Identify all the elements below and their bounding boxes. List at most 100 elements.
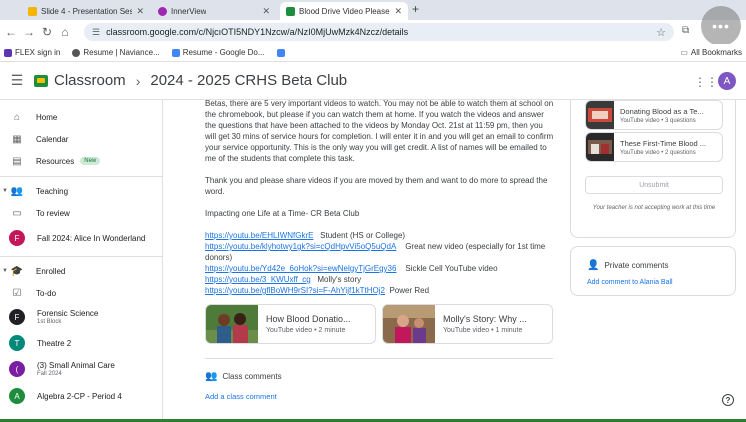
- forward-icon[interactable]: →: [20, 25, 38, 39]
- class-name[interactable]: 2024 - 2025 CRHS Beta Club: [150, 72, 347, 89]
- main-menu-icon[interactable]: ☰: [0, 72, 34, 89]
- video-thumbnail: [383, 305, 435, 343]
- divider: [0, 176, 162, 177]
- sidebar-item-calendar[interactable]: ▦ Calendar: [0, 130, 162, 148]
- private-comments-header: 👤 Private comments: [587, 260, 669, 271]
- classroom-header: ☰ Classroom › 2024 - 2025 CRHS Beta Club…: [0, 62, 746, 100]
- work-item-title: Donating Blood as a Te...: [620, 106, 704, 116]
- sidebar-section-teaching[interactable]: ▼ 👥 Teaching: [0, 183, 162, 199]
- sidebar-item-to-review[interactable]: ▭ To review: [0, 205, 162, 221]
- calendar-icon: ▦: [12, 133, 22, 145]
- sidebar-class-alice[interactable]: F Fall 2024: Alice In Wonderland: [0, 228, 162, 248]
- home-icon[interactable]: ⌂: [56, 25, 74, 39]
- class-avatar: A: [9, 388, 25, 404]
- new-tab-icon[interactable]: +: [412, 2, 419, 16]
- extensions-icon[interactable]: ⧉: [682, 25, 689, 36]
- video-thumbnail-image: [586, 133, 614, 161]
- sidebar-class-forensic[interactable]: F Forensic Science 1st Block: [0, 306, 162, 328]
- menu-dots-overlay-icon[interactable]: •••: [701, 6, 741, 46]
- browser-tab-blood-drive[interactable]: Blood Drive Video Please Watc ✕: [280, 2, 408, 20]
- bookmark-naviance[interactable]: Resume | Naviance...: [72, 48, 160, 57]
- video-thumbnail-image: [206, 305, 258, 343]
- attachment-subtitle: YouTube video • 2 minute: [266, 327, 346, 334]
- post-paragraph: Impacting one Life at a Time- CR Beta Cl…: [205, 209, 360, 218]
- attachment-video-blood-donation[interactable]: How Blood Donatio... YouTube video • 2 m…: [205, 304, 376, 344]
- not-accepting-notice: Your teacher is not accepting work at th…: [592, 205, 716, 211]
- video-link-line: https://youtu.be/Yd42e_6oHok?si=ewNelgyT…: [205, 264, 498, 273]
- add-private-comment-link[interactable]: Add comment to Alania Ball: [587, 279, 673, 286]
- work-item-donating-blood[interactable]: Donating Blood as a Te... YouTube video …: [585, 100, 723, 130]
- sidebar-item-home[interactable]: ⌂ Home: [0, 108, 162, 126]
- video-link[interactable]: https://youtu.be/3_KWUxff_cg: [205, 275, 311, 284]
- class-comments-header: 👥 Class comments: [205, 371, 282, 382]
- attachment-video-molly[interactable]: Molly's Story: Why ... YouTube video • 1…: [382, 304, 553, 344]
- class-avatar: F: [9, 309, 25, 325]
- url-bar[interactable]: ☰ classroom.google.com/c/NjcıOTI5NDY1Nzc…: [84, 23, 674, 41]
- post-paragraph: Betas, there are 5 very important videos…: [205, 100, 554, 163]
- app-name[interactable]: Classroom: [54, 72, 126, 89]
- divider: [0, 256, 162, 257]
- bookmark-google-doc[interactable]: Resume - Google Do...: [171, 48, 265, 57]
- bookmark-docs[interactable]: [276, 48, 288, 57]
- tab-title: Slide 4 - Presentation Session: [41, 6, 133, 16]
- close-icon[interactable]: ✕: [136, 6, 144, 17]
- attachment-title: How Blood Donatio...: [266, 314, 351, 324]
- people-icon: 👥: [205, 371, 218, 382]
- your-work-panel: Donating Blood as a Te... YouTube video …: [570, 100, 736, 238]
- sidebar-item-todo[interactable]: ☑ To-do: [0, 285, 162, 301]
- video-link[interactable]: https://youtu.be/klyhotwy1gk?si=cQdHpvVi…: [205, 242, 396, 251]
- sidebar: ⌂ Home ▦ Calendar ▤ Resources New ▼ 👥 Te…: [0, 100, 163, 422]
- class-avatar: T: [9, 335, 25, 351]
- attachment-subtitle: YouTube video • 1 minute: [443, 327, 523, 334]
- browser-tab-bar: Slide 4 - Presentation Session ✕ InnerVi…: [0, 0, 746, 20]
- work-item-first-time-blood[interactable]: These First-Time Blood ... YouTube video…: [585, 132, 723, 162]
- docs-icon: [276, 48, 285, 57]
- bookmark-star-icon[interactable]: ☆: [656, 26, 666, 39]
- browser-tab-innerview[interactable]: InnerView ✕: [152, 2, 276, 20]
- close-icon[interactable]: ✕: [262, 6, 270, 17]
- add-class-comment-link[interactable]: Add a class comment: [205, 392, 277, 401]
- attachment-title: Molly's Story: Why ...: [443, 314, 527, 324]
- bookmarks-bar: FLEX sign in Resume | Naviance... Resume…: [0, 44, 746, 62]
- url-text: classroom.google.com/c/NjcıOTI5NDY1Nzcw/…: [106, 27, 409, 37]
- browser-tab-slides[interactable]: Slide 4 - Presentation Session ✕: [22, 2, 150, 20]
- bookmark-flex[interactable]: FLEX sign in: [4, 48, 60, 57]
- close-icon[interactable]: ✕: [394, 6, 402, 17]
- innerview-icon: [158, 6, 167, 16]
- sidebar-section-enrolled[interactable]: ▼ 🎓 Enrolled: [0, 263, 162, 279]
- sidebar-class-theatre[interactable]: T Theatre 2: [0, 334, 162, 352]
- help-icon[interactable]: ?: [722, 394, 734, 406]
- post-paragraph: Thank you and please share videos if you…: [205, 176, 548, 196]
- back-icon[interactable]: ←: [2, 25, 20, 39]
- video-link[interactable]: https://youtu.be/gflBoWH9rSI?si=F-AhYijf…: [205, 286, 385, 295]
- sidebar-item-resources[interactable]: ▤ Resources New: [0, 152, 162, 170]
- chevron-right-icon: ›: [135, 72, 141, 89]
- docs-icon: [171, 48, 180, 57]
- person-icon: 👤: [587, 260, 600, 271]
- video-thumbnail: [586, 101, 614, 129]
- resources-icon: ▤: [12, 155, 22, 167]
- todo-icon: ☑: [12, 287, 22, 299]
- flex-icon: [4, 48, 12, 57]
- teaching-icon: 👥: [10, 185, 24, 197]
- sidebar-class-animal-care[interactable]: ( (3) Small Animal Care Fall 2024: [0, 358, 162, 380]
- work-item-subtitle: YouTube video • 3 questions: [620, 117, 696, 124]
- home-icon: ⌂: [13, 111, 21, 123]
- tab-title: Blood Drive Video Please Watc: [299, 6, 390, 16]
- all-bookmarks[interactable]: ▭ All Bookmarks: [680, 48, 742, 57]
- reload-icon[interactable]: ↻: [38, 25, 56, 39]
- work-item-title: These First-Time Blood ...: [620, 138, 706, 148]
- video-link[interactable]: https://youtu.be/Yd42e_6oHok?si=ewNelgyT…: [205, 264, 396, 273]
- tab-title: InnerView: [171, 6, 207, 16]
- avatar[interactable]: A: [718, 72, 736, 90]
- new-badge: New: [80, 157, 101, 165]
- sidebar-class-algebra[interactable]: A Algebra 2-CP - Period 4: [0, 387, 162, 405]
- video-link-line: https://youtu.be/EHLIWNfGkrE Student (HS…: [205, 231, 406, 240]
- caret-down-icon: ▼: [2, 188, 8, 194]
- video-link[interactable]: https://youtu.be/EHLIWNfGkrE: [205, 231, 313, 240]
- site-info-icon[interactable]: ☰: [92, 27, 100, 38]
- unsubmit-button[interactable]: Unsubmit: [585, 176, 723, 194]
- classroom-icon: [286, 6, 295, 16]
- classroom-logo-icon: [34, 74, 48, 87]
- video-thumbnail: [586, 133, 614, 161]
